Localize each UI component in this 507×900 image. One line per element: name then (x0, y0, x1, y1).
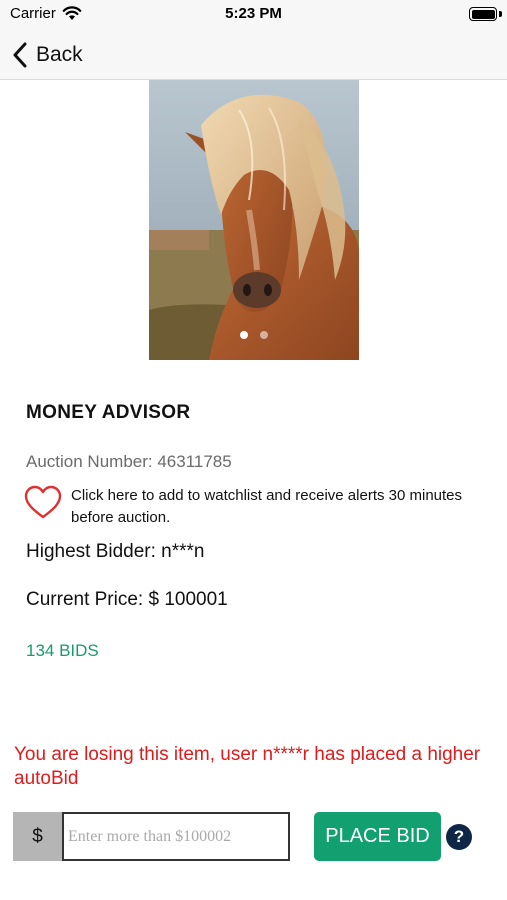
horse-photo (149, 80, 359, 360)
battery-tip (499, 11, 502, 17)
help-icon[interactable]: ? (446, 824, 472, 850)
back-label: Back (36, 43, 83, 66)
current-price: Current Price: $ 100001 (26, 589, 228, 610)
status-bar: Carrier 5:23 PM (0, 0, 507, 30)
product-image-carousel[interactable] (149, 80, 359, 360)
heart-outline-icon[interactable] (24, 485, 62, 521)
watchlist-text[interactable]: Click here to add to watchlist and recei… (71, 485, 481, 529)
navigation-bar: Back (0, 30, 507, 80)
highest-bidder: Highest Bidder: n***n (26, 541, 205, 562)
carousel-page-indicator[interactable] (149, 331, 359, 339)
chevron-left-icon (13, 42, 27, 68)
bid-amount-input[interactable] (62, 812, 290, 861)
page-dot-1[interactable] (240, 331, 248, 339)
item-title: MONEY ADVISOR (26, 402, 191, 423)
back-button[interactable]: Back (12, 38, 83, 72)
place-bid-button[interactable]: PLACE BID (314, 812, 441, 861)
currency-prefix: $ (13, 812, 62, 861)
losing-alert-message: You are losing this item, user n****r ha… (14, 744, 481, 789)
bids-count-link[interactable]: 134 BIDS (26, 641, 99, 661)
status-time: 5:23 PM (225, 5, 282, 22)
battery-icon (469, 7, 497, 21)
auction-number: Auction Number: 46311785 (26, 452, 232, 471)
page-dot-2[interactable] (260, 331, 268, 339)
